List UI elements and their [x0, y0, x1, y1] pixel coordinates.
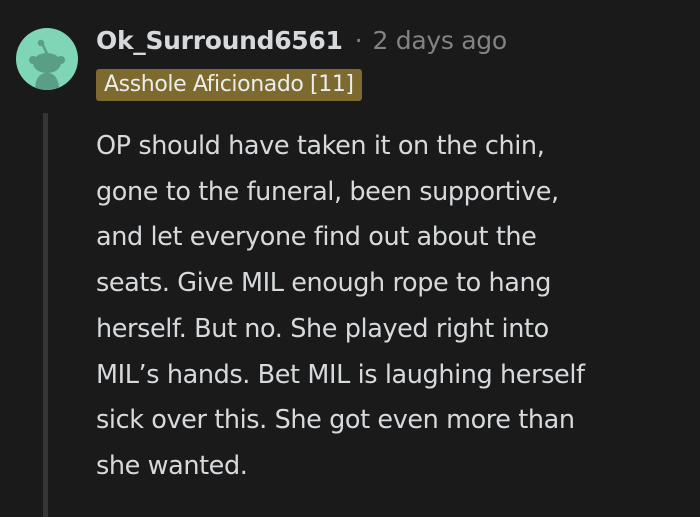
- thread-collapse-line[interactable]: [43, 113, 48, 517]
- comment-body-line: OP should have taken it on the chin,: [96, 131, 545, 161]
- user-flair-badge: Asshole Aficionado [11]: [96, 69, 362, 101]
- comment-body-line: herself. But no. She played right into: [96, 313, 549, 344]
- comment-body-line: seats. Give MIL enough rope to hang: [96, 268, 552, 299]
- snoo-avatar-icon: [29, 39, 65, 90]
- comment-body-line: she wanted.: [96, 450, 248, 481]
- username-link[interactable]: Ok_Surround6561: [96, 26, 343, 55]
- comment-header: Ok_Surround6561 · 2 days ago: [96, 22, 507, 58]
- comment-body-line: and let everyone find out about the: [96, 222, 537, 253]
- user-avatar[interactable]: [16, 28, 78, 90]
- comment-body: OP should have taken it on the chin, gon…: [96, 124, 692, 490]
- separator-dot: ·: [354, 25, 363, 55]
- comment-body-line: sick over this. She got even more than: [96, 405, 575, 436]
- comment-body-line: MIL’s hands. Bet MIL is laughing herself: [96, 359, 585, 390]
- comment-timestamp[interactable]: 2 days ago: [373, 26, 508, 55]
- comment-body-line: gone to the funeral, been supportive,: [96, 176, 559, 207]
